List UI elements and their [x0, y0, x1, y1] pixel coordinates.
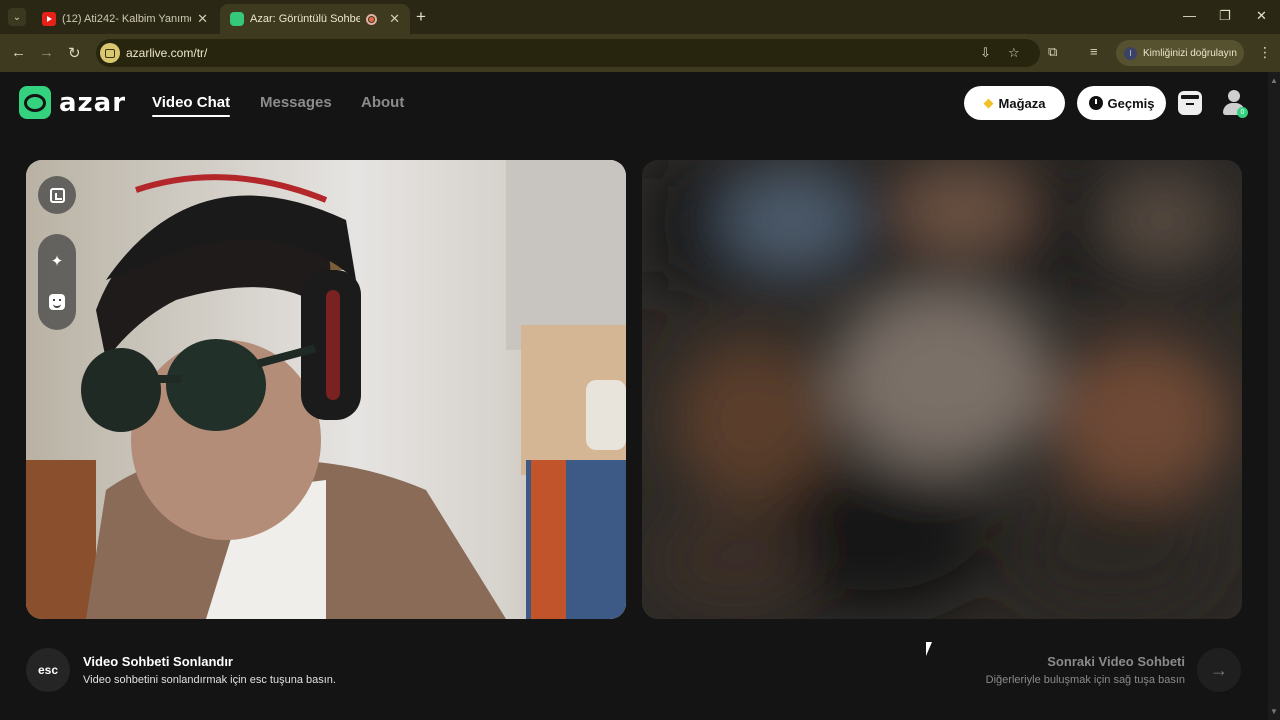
partner-video-view — [642, 160, 1242, 619]
media-controls-icon[interactable]: ≡ — [1090, 44, 1098, 59]
new-tab-button[interactable]: + — [416, 7, 426, 27]
end-chat-title: Video Sohbeti Sonlandır — [83, 654, 233, 669]
restore-icon[interactable]: ❐ — [1219, 8, 1231, 24]
browser-tab-bar: ⌄ (12) Ati242- Kalbim Yanımda (O ✕ Azar:… — [0, 0, 1280, 34]
magic-wand-icon[interactable]: ✦ — [51, 254, 64, 269]
arrow-right-icon: → — [1210, 659, 1228, 680]
close-tab-icon[interactable]: ✕ — [197, 11, 208, 27]
end-chat-hint: Video sohbetini sonlandırmak için esc tu… — [83, 674, 336, 686]
face-mask-icon[interactable] — [49, 293, 65, 310]
inbox-icon[interactable] — [1178, 91, 1202, 115]
nav-video-chat[interactable]: Video Chat — [152, 94, 231, 117]
blurred-partner-feed — [642, 160, 1242, 619]
next-chat-button[interactable]: → — [1197, 648, 1241, 692]
user-avatar[interactable]: 0 — [1221, 88, 1248, 118]
youtube-icon — [42, 12, 56, 26]
extensions-icon[interactable]: ⧉ — [1048, 44, 1057, 60]
nav-messages[interactable]: Messages — [260, 94, 332, 111]
close-window-icon[interactable]: ✕ — [1256, 8, 1267, 24]
browser-menu-icon[interactable]: ⋮ — [1258, 44, 1272, 61]
clock-icon — [1088, 96, 1103, 110]
next-chat-title: Sonraki Video Sohbeti — [1047, 654, 1185, 669]
back-icon[interactable]: ← — [11, 44, 26, 61]
tab-title: (12) Ati242- Kalbim Yanımda (O — [62, 13, 191, 25]
scroll-down-icon[interactable]: ▼ — [1270, 707, 1278, 716]
azar-logo-icon — [19, 86, 51, 119]
profile-label: Kimliğinizi doğrulayın — [1143, 47, 1237, 59]
browser-toolbar: ← → ↻ azarlive.com/tr/ ⇩ ☆ ⧉ ≡ I Kimliği… — [0, 34, 1280, 72]
reload-icon[interactable]: ↻ — [68, 44, 81, 62]
tab-search-button[interactable]: ⌄ — [8, 8, 26, 26]
url-text[interactable]: azarlive.com/tr/ — [126, 46, 207, 60]
tab-azar[interactable]: Azar: Görüntülü Sohbet & Y ✕ — [220, 4, 410, 34]
install-app-icon[interactable]: ⇩ — [980, 45, 991, 61]
history-button[interactable]: Geçmiş — [1077, 86, 1166, 120]
site-info-icon[interactable] — [100, 43, 120, 63]
history-label: Geçmiş — [1107, 95, 1155, 111]
nav-about[interactable]: About — [361, 94, 404, 111]
close-tab-icon[interactable]: ✕ — [389, 11, 400, 27]
minimize-icon[interactable]: — — [1183, 8, 1196, 23]
minimize-icon — [49, 187, 65, 203]
camera-effects-toolbar: ✦ — [38, 234, 76, 330]
scroll-up-icon[interactable]: ▲ — [1270, 76, 1278, 85]
recording-icon — [366, 13, 378, 25]
logo-text: azar — [59, 87, 127, 118]
bookmark-star-icon[interactable]: ☆ — [1008, 45, 1020, 61]
azar-icon — [230, 12, 244, 26]
store-button[interactable]: ◆ Mağaza — [964, 86, 1065, 120]
camera-feed-image — [26, 160, 626, 619]
page-scrollbar[interactable]: ▲ ▼ — [1268, 72, 1280, 720]
forward-icon[interactable]: → — [39, 44, 54, 61]
diamond-icon: ◆ — [983, 95, 994, 110]
tab-title: Azar: Görüntülü Sohbet & Y — [250, 13, 361, 25]
avatar-head — [1228, 90, 1240, 102]
address-bar[interactable]: azarlive.com/tr/ ⇩ ☆ — [96, 39, 1040, 67]
next-chat-hint: Diğerleriyle buluşmak için sağ tuşa bası… — [985, 674, 1185, 686]
tab-youtube[interactable]: (12) Ati242- Kalbim Yanımda (O ✕ — [32, 4, 218, 34]
avatar-badge: 0 — [1237, 107, 1248, 118]
profile-button[interactable]: I Kimliğinizi doğrulayın — [1116, 40, 1244, 66]
azar-page: azar Video Chat Messages About ◆ Mağaza … — [0, 72, 1280, 720]
azar-logo[interactable]: azar — [19, 86, 126, 119]
mouse-cursor-icon — [926, 642, 938, 656]
end-chat-button[interactable]: esc — [26, 648, 70, 692]
minimize-video-button[interactable] — [38, 176, 76, 214]
self-camera-view: ✦ — [26, 160, 626, 619]
profile-avatar-icon: I — [1124, 46, 1137, 60]
store-label: Mağaza — [998, 95, 1046, 111]
